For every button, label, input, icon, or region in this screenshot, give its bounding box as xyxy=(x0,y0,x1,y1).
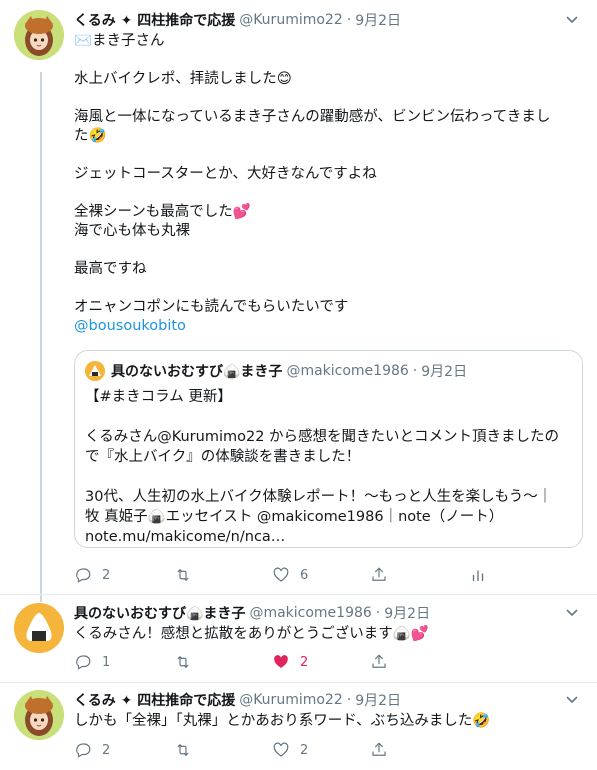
text-line: 30代、人生初の水上バイク体験レポート！〜もっと人生を楽しもう〜｜ xyxy=(85,489,553,505)
like-button[interactable]: 2 xyxy=(272,741,308,759)
quoted-tweet-card[interactable]: 具のないおむすび🍙まき子 @makicome1986 · 9月2日 【#まきコラ… xyxy=(74,350,583,548)
tweet-divider xyxy=(0,594,597,595)
reply-count: 2 xyxy=(102,567,111,583)
tweet-actions: 1 2 xyxy=(74,652,583,672)
tweet-date[interactable]: 9月2日 xyxy=(384,603,430,623)
like-count: 2 xyxy=(300,742,309,758)
retweet-button[interactable] xyxy=(174,741,202,759)
retweet-button[interactable] xyxy=(174,566,202,584)
separator-dot: · xyxy=(375,605,381,621)
separator-dot: · xyxy=(412,363,418,379)
tweet-header: 具のないおむすび🍙まき子 @makicome1986 · 9月2日 xyxy=(74,603,579,623)
text-line: 【#まきコラム 更新】 xyxy=(85,389,232,405)
analytics-icon xyxy=(472,570,484,581)
reply-button[interactable]: 2 xyxy=(74,741,110,759)
user-handle[interactable]: @makicome1986 xyxy=(286,363,408,379)
chevron-down-icon[interactable] xyxy=(565,12,579,26)
reply-count: 1 xyxy=(102,654,111,670)
text-line: 最高ですね xyxy=(74,261,147,277)
onigiri-avatar-icon xyxy=(85,361,105,381)
chevron-down-icon[interactable] xyxy=(565,605,579,619)
text-line: た🤣 xyxy=(74,128,107,144)
kurumi-avatar-image xyxy=(14,690,64,740)
user-handle[interactable]: @makicome1986 xyxy=(249,605,371,621)
tweet-date[interactable]: 9月2日 xyxy=(355,10,401,30)
text-line: ✉️まき子さん xyxy=(74,33,165,49)
separator-dot: · xyxy=(346,692,352,708)
text-line: 全裸シーンも最高でした💕 xyxy=(74,204,251,220)
retweet-icon xyxy=(177,568,189,582)
text-line: 海風と一体になっているまき子さんの躍動感が、ビンビン伝わってきまし xyxy=(74,109,551,125)
tweet-date[interactable]: 9月2日 xyxy=(355,690,401,710)
share-icon xyxy=(372,567,386,581)
text-line: 牧 真姫子🍙エッセイスト @makicome1986｜note（ノート） xyxy=(85,509,504,525)
quoted-tweet-header: 具のないおむすび🍙まき子 @makicome1986 · 9月2日 xyxy=(85,361,572,381)
retweet-icon xyxy=(177,743,189,757)
share-button[interactable] xyxy=(370,741,388,759)
share-icon xyxy=(372,654,386,668)
display-name[interactable]: くるみ ✦ 四柱推命で応援 xyxy=(74,690,235,710)
reply-count: 2 xyxy=(102,742,111,758)
like-count: 6 xyxy=(300,567,309,583)
like-button[interactable]: 6 xyxy=(272,566,308,584)
text-line: 海で心も体も丸裸 xyxy=(74,223,190,239)
tweet-header: くるみ ✦ 四柱推命で応援 @Kurumimo22 · 9月2日 xyxy=(74,690,579,710)
tweet-3[interactable]: くるみ ✦ 四柱推命で応援 @Kurumimo22 · 9月2日 しかも「全裸」… xyxy=(74,690,579,731)
tweet-2[interactable]: 具のないおむすび🍙まき子 @makicome1986 · 9月2日 くるみさん！… xyxy=(74,603,579,644)
reply-button[interactable]: 2 xyxy=(74,566,110,584)
tweet-header: くるみ ✦ 四柱推命で応援 @Kurumimo22 · 9月2日 xyxy=(74,10,579,30)
like-icon xyxy=(273,742,289,757)
thread-connector xyxy=(40,72,42,602)
reply-icon xyxy=(76,743,91,758)
share-button[interactable] xyxy=(370,653,388,671)
quoted-tweet-text: 【#まきコラム 更新】 くるみさん@Kurumimo22 から感想を聞きたいとコ… xyxy=(85,387,572,547)
tweet-actions: 2 6 xyxy=(74,565,583,585)
display-name[interactable]: くるみ ✦ 四柱推命で応援 xyxy=(74,10,235,30)
tweet-actions: 2 2 xyxy=(74,740,583,760)
retweet-icon xyxy=(177,655,189,669)
tweet-divider xyxy=(0,682,597,683)
text-line: ジェットコースターとか、大好きなんですよね xyxy=(74,166,377,182)
text-line: くるみさん@Kurumimo22 から感想を聞きたいとコメント頂きましたの xyxy=(85,429,560,445)
timeline: くるみ ✦ 四柱推命で応援 @Kurumimo22 · 9月2日 ✉️まき子さん… xyxy=(0,0,597,770)
tweet-text: しかも「全裸」「丸裸」とかあおり系ワード、ぶち込みました🤣 xyxy=(74,713,491,729)
avatar[interactable] xyxy=(14,10,64,60)
like-button[interactable]: 2 xyxy=(272,653,308,671)
user-handle[interactable]: @Kurumimo22 xyxy=(239,692,343,708)
tweet-text: ✉️まき子さん 水上バイクレポ、拝読しました😊 海風と一体になっているまき子さん… xyxy=(74,32,579,336)
retweet-button[interactable] xyxy=(174,653,202,671)
analytics-button[interactable] xyxy=(469,566,487,584)
avatar[interactable] xyxy=(14,603,64,653)
user-handle[interactable]: @Kurumimo22 xyxy=(239,12,343,28)
share-button[interactable] xyxy=(370,566,388,584)
display-name[interactable]: 具のないおむすび🍙まき子 xyxy=(111,361,282,381)
onigiri-avatar-image xyxy=(14,603,64,653)
avatar[interactable] xyxy=(14,690,64,740)
tweet-1[interactable]: くるみ ✦ 四柱推命で応援 @Kurumimo22 · 9月2日 ✉️まき子さん… xyxy=(74,10,579,336)
tweet-date[interactable]: 9月2日 xyxy=(421,361,467,381)
tweet-text: くるみさん！感想と拡散をありがとうございます🍙💕 xyxy=(74,626,429,642)
reply-icon xyxy=(76,568,91,583)
display-name[interactable]: 具のないおむすび🍙まき子 xyxy=(74,603,245,623)
kurumi-avatar-image xyxy=(14,10,64,60)
text-line: 水上バイクレポ、拝読しました😊 xyxy=(74,71,292,87)
reply-button[interactable]: 1 xyxy=(74,653,110,671)
share-icon xyxy=(372,742,386,756)
like-icon xyxy=(273,567,289,582)
link-text[interactable]: note.mu/makicome/n/nca… xyxy=(85,527,572,547)
text-line: で『水上バイク』の体験談を書きました！ xyxy=(85,449,361,465)
reply-icon xyxy=(76,655,91,670)
mention-link[interactable]: @bousoukobito xyxy=(74,317,579,336)
chevron-down-icon[interactable] xyxy=(565,692,579,706)
separator-dot: · xyxy=(346,12,352,28)
text-line: オニャンコポンにも読んでもらいたいです xyxy=(74,299,349,315)
like-count: 2 xyxy=(300,654,309,670)
like-icon xyxy=(274,655,288,668)
